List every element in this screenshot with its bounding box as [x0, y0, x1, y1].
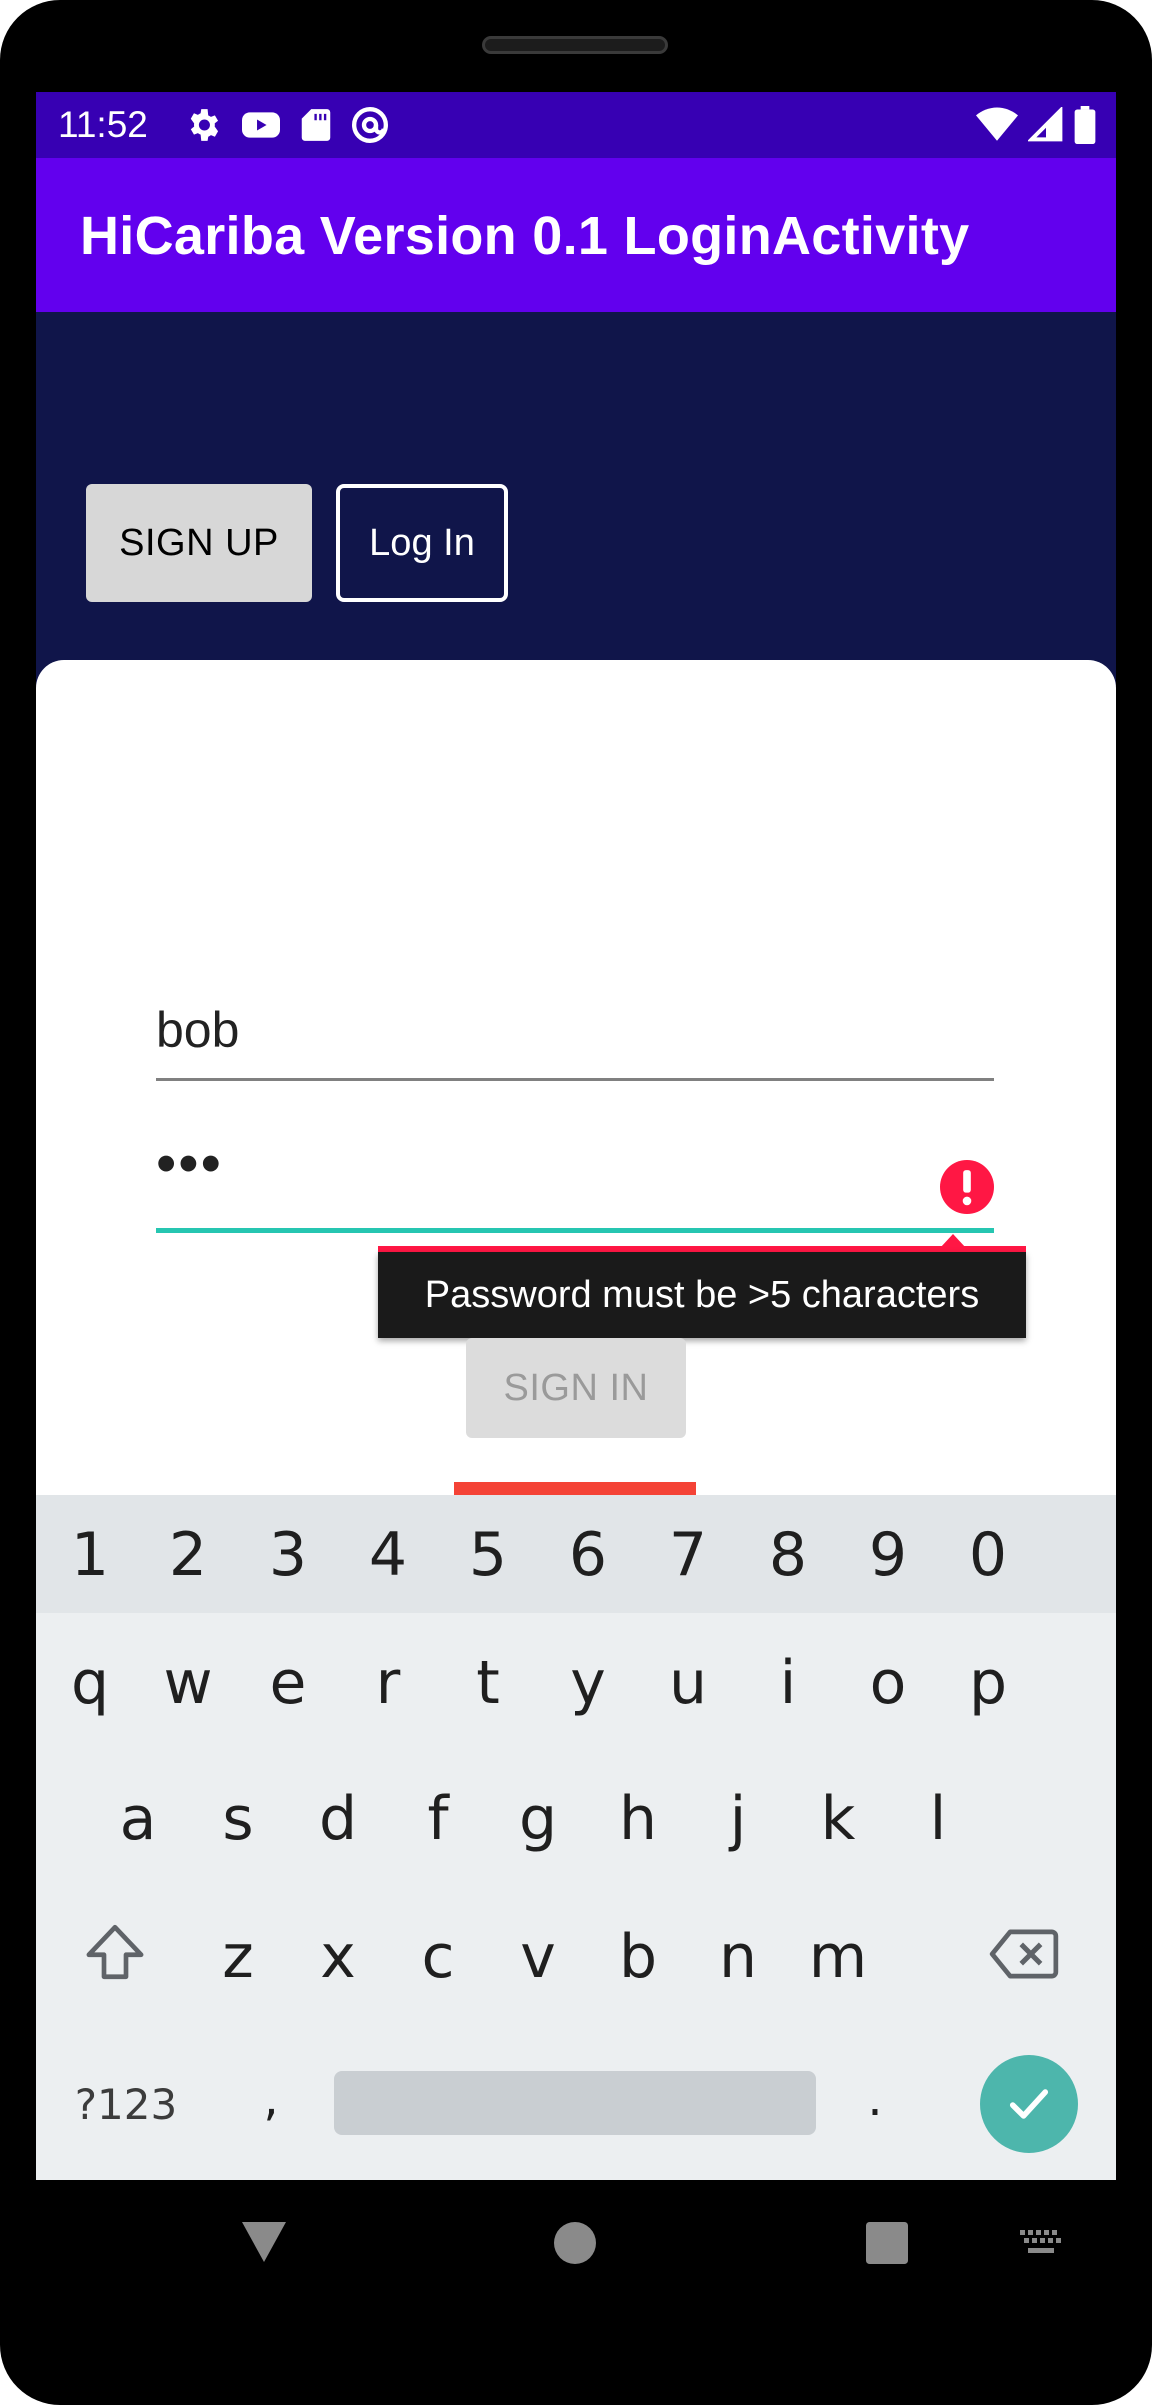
key-d[interactable]: d — [304, 1777, 372, 1861]
spacebar-key[interactable] — [334, 2071, 816, 2135]
username-field[interactable]: bob — [156, 978, 994, 1081]
backspace-icon[interactable] — [988, 1925, 1060, 1983]
key-w[interactable]: w — [154, 1641, 222, 1725]
key-a[interactable]: a — [104, 1777, 172, 1861]
password-value: ••• — [156, 1131, 223, 1196]
soft-keyboard: 1 2 3 4 5 6 7 8 9 0 q w e r t y u i o p … — [36, 1495, 1116, 2180]
key-2[interactable]: 2 — [154, 1513, 222, 1597]
signup-button[interactable]: SIGN UP — [86, 484, 312, 602]
password-error-popup: Password must be >5 characters — [378, 1234, 1026, 1338]
status-icons-left — [184, 106, 390, 144]
key-m[interactable]: m — [804, 1915, 872, 1999]
key-0[interactable]: 0 — [954, 1513, 1022, 1597]
key-t[interactable]: t — [454, 1641, 522, 1725]
error-indicator-strip — [454, 1482, 696, 1496]
key-p[interactable]: p — [954, 1641, 1022, 1725]
key-n[interactable]: n — [704, 1915, 772, 1999]
settings-icon — [190, 109, 219, 141]
keyboard-switch-icon[interactable] — [1020, 2230, 1064, 2258]
key-x[interactable]: x — [304, 1915, 372, 1999]
shift-icon[interactable] — [82, 1919, 148, 1985]
key-y[interactable]: y — [554, 1641, 622, 1725]
key-1[interactable]: 1 — [56, 1513, 124, 1597]
key-e[interactable]: e — [254, 1641, 322, 1725]
error-popup-message: Password must be >5 characters — [378, 1252, 1026, 1338]
navigation-bar — [0, 2180, 1152, 2340]
key-9[interactable]: 9 — [854, 1513, 922, 1597]
screen: 11:52 HiCariba Version 0.1 LoginActivity… — [36, 92, 1116, 2180]
key-u[interactable]: u — [654, 1641, 722, 1725]
login-button[interactable]: Log In — [336, 484, 508, 602]
key-s[interactable]: s — [204, 1777, 272, 1861]
youtube-icon — [242, 112, 280, 138]
key-7[interactable]: 7 — [654, 1513, 722, 1597]
app-bar: HiCariba Version 0.1 LoginActivity — [36, 158, 1116, 312]
key-8[interactable]: 8 — [754, 1513, 822, 1597]
app-title: HiCariba Version 0.1 LoginActivity — [80, 206, 970, 266]
status-time: 11:52 — [58, 104, 148, 145]
key-h[interactable]: h — [604, 1777, 672, 1861]
signal-icon — [1028, 107, 1063, 142]
key-comma[interactable]: , — [246, 2057, 296, 2141]
back-icon[interactable] — [240, 2220, 288, 2264]
password-field[interactable]: ••• — [156, 1122, 994, 1233]
home-icon[interactable] — [554, 2222, 596, 2264]
key-6[interactable]: 6 — [554, 1513, 622, 1597]
status-bar: 11:52 — [36, 92, 1116, 158]
enter-key[interactable] — [980, 2055, 1078, 2153]
key-j[interactable]: j — [704, 1777, 772, 1861]
key-3[interactable]: 3 — [254, 1513, 322, 1597]
key-4[interactable]: 4 — [354, 1513, 422, 1597]
key-period[interactable]: . — [850, 2057, 900, 2141]
key-b[interactable]: b — [604, 1915, 672, 1999]
username-value: bob — [156, 1002, 240, 1058]
key-g[interactable]: g — [504, 1777, 572, 1861]
speaker-grille — [482, 36, 668, 54]
error-icon — [940, 1160, 994, 1214]
key-5[interactable]: 5 — [454, 1513, 522, 1597]
signin-button[interactable]: SIGN IN — [466, 1338, 686, 1438]
key-z[interactable]: z — [204, 1915, 272, 1999]
at-sign-icon — [352, 107, 388, 143]
key-q[interactable]: q — [56, 1641, 124, 1725]
key-v[interactable]: v — [504, 1915, 572, 1999]
checkmark-icon — [1009, 2089, 1049, 2119]
key-f[interactable]: f — [404, 1777, 472, 1861]
key-r[interactable]: r — [354, 1641, 422, 1725]
key-i[interactable]: i — [754, 1641, 822, 1725]
phone-frame: 11:52 HiCariba Version 0.1 LoginActivity… — [0, 0, 1152, 2405]
status-icons-right — [976, 106, 1096, 144]
wifi-icon — [976, 107, 1018, 141]
sd-card-icon — [301, 109, 331, 141]
key-k[interactable]: k — [804, 1777, 872, 1861]
symbols-key[interactable]: ?123 — [66, 2063, 186, 2147]
key-o[interactable]: o — [854, 1641, 922, 1725]
recents-icon[interactable] — [866, 2222, 908, 2264]
key-c[interactable]: c — [404, 1915, 472, 1999]
battery-icon — [1074, 106, 1096, 144]
key-l[interactable]: l — [904, 1777, 972, 1861]
